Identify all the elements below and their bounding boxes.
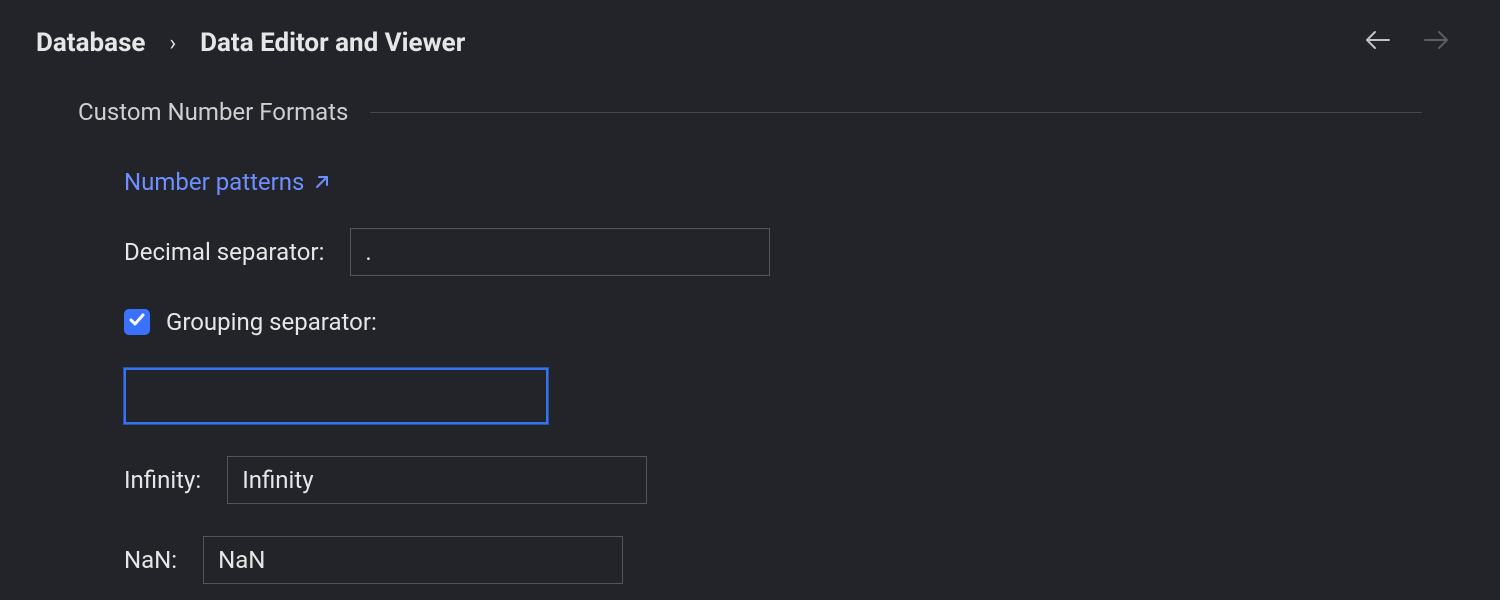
- custom-number-formats-section: Custom Number Formats Number patterns De…: [0, 58, 1500, 584]
- number-formats-form: Number patterns Decimal separator:: [78, 126, 1422, 584]
- grouping-separator-input[interactable]: [124, 368, 548, 424]
- breadcrumb-separator: ›: [169, 31, 176, 56]
- section-divider: [370, 112, 1422, 113]
- breadcrumb-root[interactable]: Database: [36, 28, 145, 58]
- grouping-separator-row: Grouping separator:: [124, 308, 1422, 336]
- section-title: Custom Number Formats: [78, 98, 348, 126]
- check-icon: [128, 310, 146, 335]
- nav-forward-button: [1422, 31, 1450, 55]
- nan-label: NaN:: [124, 546, 177, 574]
- section-title-row: Custom Number Formats: [78, 98, 1422, 126]
- number-patterns-link[interactable]: Number patterns: [124, 168, 1422, 196]
- infinity-input[interactable]: [227, 456, 647, 504]
- arrow-left-icon: [1365, 29, 1391, 57]
- external-link-icon: [314, 174, 330, 190]
- grouping-separator-label: Grouping separator:: [166, 308, 377, 336]
- breadcrumb-current[interactable]: Data Editor and Viewer: [200, 28, 465, 58]
- breadcrumb: Database › Data Editor and Viewer: [36, 28, 465, 58]
- infinity-label: Infinity:: [124, 466, 201, 494]
- grouping-separator-input-row: [124, 368, 1422, 424]
- decimal-separator-label: Decimal separator:: [124, 238, 324, 266]
- infinity-row: Infinity:: [124, 456, 1422, 504]
- nav-arrows: [1364, 31, 1464, 55]
- decimal-separator-input[interactable]: [350, 228, 770, 276]
- number-patterns-link-label: Number patterns: [124, 168, 304, 196]
- decimal-separator-row: Decimal separator:: [124, 228, 1422, 276]
- arrow-right-icon: [1423, 29, 1449, 57]
- settings-header: Database › Data Editor and Viewer: [0, 0, 1500, 58]
- grouping-separator-checkbox[interactable]: [124, 309, 150, 335]
- nan-row: NaN:: [124, 536, 1422, 584]
- nav-back-button[interactable]: [1364, 31, 1392, 55]
- nan-input[interactable]: [203, 536, 623, 584]
